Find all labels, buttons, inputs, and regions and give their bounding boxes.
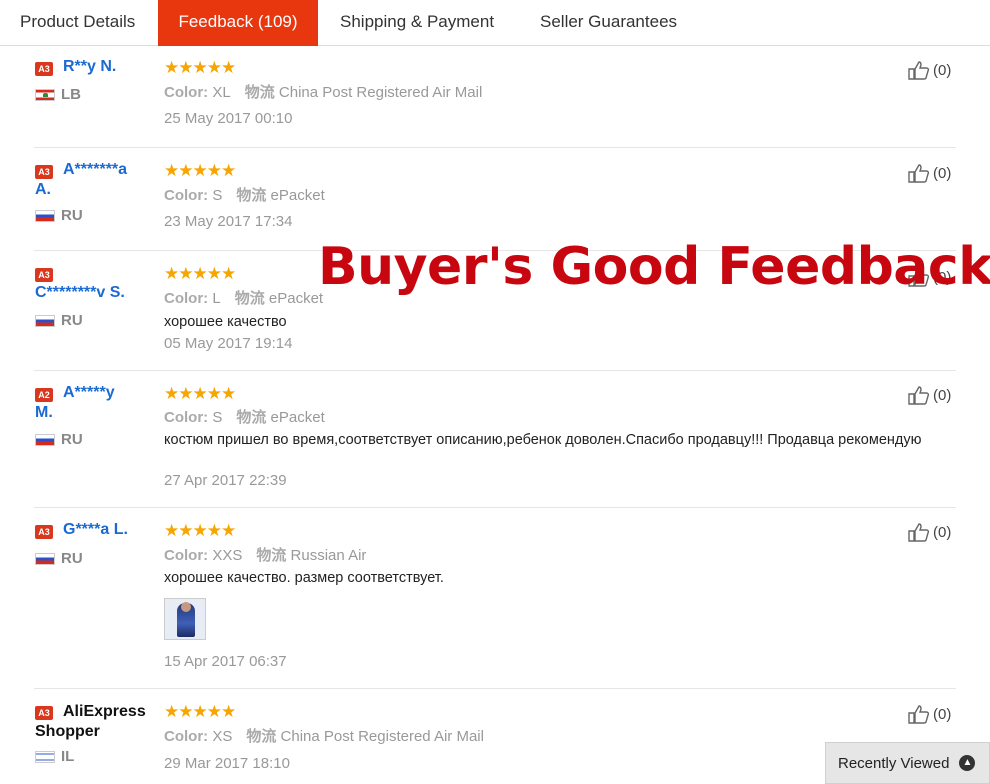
country-flag-icon <box>35 315 55 327</box>
feedback-item: A3 R**y N. LB ★★★★★ Color: XL 物流 China Po… <box>0 46 990 148</box>
country-code: RU <box>61 431 83 448</box>
helpful-count: (0) <box>933 386 952 404</box>
thumbs-up-icon <box>908 705 930 724</box>
helpful-button[interactable]: (0) <box>908 522 951 542</box>
rating-stars: ★★★★★ <box>164 384 236 403</box>
country-flag-icon <box>35 553 55 565</box>
feedback-item: A3 A*******a A. RU ★★★★★ Color: S 物流 ePack… <box>0 148 990 251</box>
helpful-button[interactable]: (0) <box>908 60 951 80</box>
buyer-name[interactable]: R**y N. <box>35 57 160 77</box>
country-code: LB <box>61 86 81 103</box>
rating-stars: ★★★★★ <box>164 161 236 180</box>
recently-viewed-label: Recently Viewed <box>838 754 950 772</box>
country-flag-icon <box>35 89 55 101</box>
feedback-date: 25 May 2017 00:10 <box>164 110 293 127</box>
feedback-text: костюм пришел во время,соответствует опи… <box>164 432 922 448</box>
country-flag-icon <box>35 210 55 222</box>
feedback-text: хорошее качество <box>164 314 287 330</box>
rating-stars: ★★★★★ <box>164 264 236 283</box>
order-info: Color: L 物流 ePacket <box>164 290 324 307</box>
tab-product-details[interactable]: Product Details <box>0 0 155 46</box>
buyer-name[interactable]: C********v S. <box>35 283 160 303</box>
promo-headline: Buyer's Good Feedback <box>318 237 990 297</box>
helpful-button[interactable]: (0) <box>908 385 951 405</box>
buyer-level-badge: A3 <box>35 268 53 282</box>
rating-stars: ★★★★★ <box>164 521 236 540</box>
tab-feedback[interactable]: Feedback (109) <box>158 0 318 46</box>
country-flag-icon <box>35 434 55 446</box>
order-info: Color: XXS 物流 Russian Air <box>164 547 367 564</box>
feedback-date: 05 May 2017 19:14 <box>164 335 293 352</box>
feedback-photo[interactable] <box>164 598 206 640</box>
feedback-date: 23 May 2017 17:34 <box>164 213 293 230</box>
feedback-text: хорошее качество. размер соответствует. <box>164 570 444 586</box>
feedback-item: A2 A*****y M. RU ★★★★★ Color: S 物流 ePacket… <box>0 371 990 508</box>
feedback-date: 29 Mar 2017 18:10 <box>164 755 290 772</box>
country-code: RU <box>61 550 83 567</box>
order-info: Color: S 物流 ePacket <box>164 409 325 426</box>
country-code: RU <box>61 207 83 224</box>
thumbs-up-icon <box>908 386 930 405</box>
recently-viewed-button[interactable]: Recently Viewed ▲ <box>825 742 990 784</box>
tab-seller-guarantees[interactable]: Seller Guarantees <box>520 0 697 46</box>
rating-stars: ★★★★★ <box>164 702 236 721</box>
buyer-name[interactable]: A*******a A. <box>35 160 160 200</box>
chevron-up-icon: ▲ <box>959 755 976 771</box>
helpful-count: (0) <box>933 61 952 79</box>
country-flag-icon <box>35 751 55 763</box>
feedback-date: 27 Apr 2017 22:39 <box>164 472 287 489</box>
feedback-date: 15 Apr 2017 06:37 <box>164 653 287 670</box>
thumbs-up-icon <box>908 523 930 542</box>
order-info: Color: XL 物流 China Post Registered Air Ma… <box>164 84 483 101</box>
tab-shipping-payment[interactable]: Shipping & Payment <box>320 0 514 46</box>
thumbs-up-icon <box>908 164 930 183</box>
order-info: Color: S 物流 ePacket <box>164 187 325 204</box>
helpful-button[interactable]: (0) <box>908 704 951 724</box>
country-code: RU <box>61 312 83 329</box>
buyer-name[interactable]: G****a L. <box>35 520 160 540</box>
helpful-count: (0) <box>933 164 952 182</box>
helpful-count: (0) <box>933 705 952 723</box>
tab-bar: Product Details Feedback (109) Shipping … <box>0 0 990 46</box>
country-code: IL <box>61 748 75 765</box>
order-info: Color: XS 物流 China Post Registered Air Ma… <box>164 728 484 745</box>
feedback-item: A3 G****a L. RU ★★★★★ Color: XXS 物流 Russi… <box>0 508 990 689</box>
thumbs-up-icon <box>908 61 930 80</box>
buyer-name[interactable]: A*****y M. <box>35 383 160 423</box>
helpful-count: (0) <box>933 523 952 541</box>
rating-stars: ★★★★★ <box>164 58 236 77</box>
buyer-name[interactable]: AliExpress Shopper <box>35 702 160 742</box>
helpful-button[interactable]: (0) <box>908 163 951 183</box>
